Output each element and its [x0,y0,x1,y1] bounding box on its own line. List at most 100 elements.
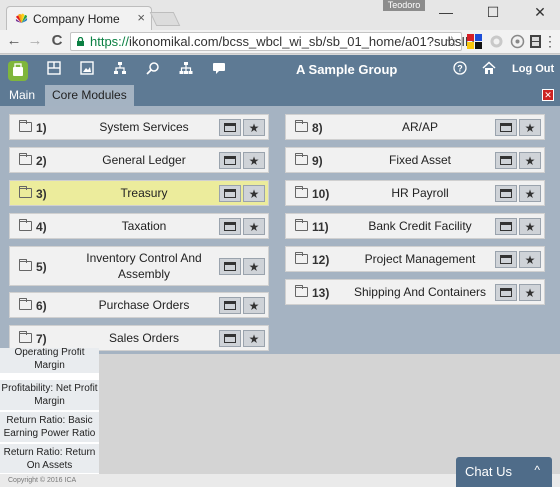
folder-icon [19,186,32,198]
open-window-icon[interactable] [219,258,241,275]
extension-icon-2[interactable] [510,34,525,49]
open-window-icon[interactable] [495,218,517,235]
favorite-star-icon[interactable]: ★ [243,152,265,169]
chat-us-button[interactable]: Chat Us ^ [456,457,552,487]
module-number: 11) [312,220,329,234]
module-number: 4) [36,220,47,234]
module-treasury[interactable]: 3) Treasury ★ [9,180,269,206]
lock-icon [77,37,84,46]
module-number: 6) [36,299,47,313]
module-name: Purchase Orders [98,298,190,312]
open-window-icon[interactable] [219,297,241,314]
maximize-button[interactable]: ☐ [483,4,503,20]
close-menu-icon[interactable]: ✕ [542,89,554,101]
help-icon[interactable]: ? [451,61,469,79]
module-name: Sales Orders [108,331,180,345]
module-project-management[interactable]: 12) Project Management ★ [285,246,545,272]
module-number: 1) [36,121,47,135]
tab-close-icon[interactable]: × [137,10,145,25]
favorite-star-icon[interactable]: ★ [519,119,541,136]
folder-icon [19,298,32,310]
tab-core-modules[interactable]: Core Modules [45,85,134,106]
favorite-star-icon[interactable]: ★ [519,251,541,268]
chrome-menu-icon[interactable]: ⋮ [541,32,559,50]
open-window-icon[interactable] [495,152,517,169]
user-profile-badge[interactable]: Teodoro [383,0,425,11]
folder-icon [19,120,32,132]
sidebar-item-basic-earning-power[interactable]: Return Ratio: Basic Earning Power Ratio [0,412,99,443]
bookmark-star-icon[interactable]: ☆ [445,33,458,50]
home-icon[interactable] [480,61,498,79]
new-tab-button[interactable] [149,12,181,26]
image-icon[interactable] [78,61,96,79]
module-number: 8) [312,121,323,135]
module-number: 10) [312,187,330,201]
dashboard-icon[interactable] [45,61,63,79]
module-name: Treasury [120,186,168,200]
module-fixed-asset[interactable]: 9) Fixed Asset ★ [285,147,545,173]
folder-icon [295,219,308,231]
module-inventory-control[interactable]: 5) Inventory Control And Assembly ★ [9,246,269,286]
core-modules-panel: 1) System Services ★ 2) General Ledger ★… [0,106,560,354]
module-number: 7) [36,332,47,346]
forward-button[interactable]: → [26,32,44,50]
sidebar-item-operating-profit-margin[interactable]: Operating Profit Margin [0,348,99,374]
hierarchy-icon[interactable] [177,61,195,79]
extension-icon[interactable] [489,34,504,49]
module-name: System Services [99,120,189,134]
favorite-star-icon[interactable]: ★ [243,119,265,136]
module-ar-ap[interactable]: 8) AR/AP ★ [285,114,545,140]
open-window-icon[interactable] [219,185,241,202]
ratio-sidebar: Operating Profit Margin Profitability: N… [0,348,99,474]
open-window-icon[interactable] [219,152,241,169]
favorite-star-icon[interactable]: ★ [519,152,541,169]
module-system-services[interactable]: 1) System Services ★ [9,114,269,140]
minimize-button[interactable]: — [436,4,456,20]
sidebar-item-net-profit-margin[interactable]: Profitability: Net Profit Margin [0,380,99,411]
folder-icon [19,259,32,271]
nbc-peacock-icon [15,13,28,23]
favorite-star-icon[interactable]: ★ [243,185,265,202]
favorite-star-icon[interactable]: ★ [243,297,265,314]
open-window-icon[interactable] [495,284,517,301]
app-logo-icon[interactable] [8,61,28,81]
module-taxation[interactable]: 4) Taxation ★ [9,213,269,239]
open-window-icon[interactable] [495,251,517,268]
reload-button[interactable]: C [48,32,66,50]
tab-main[interactable]: Main [2,85,42,106]
close-window-button[interactable]: ✕ [530,4,550,20]
module-number: 5) [36,260,47,274]
favorite-star-icon[interactable]: ★ [519,185,541,202]
search-icon[interactable] [144,61,162,79]
module-bank-credit-facility[interactable]: 11) Bank Credit Facility ★ [285,213,545,239]
open-window-icon[interactable] [219,330,241,347]
open-window-icon[interactable] [495,119,517,136]
sidebar-item-return-on-assets[interactable]: Return Ratio: Return On Assets [0,444,99,474]
favorite-star-icon[interactable]: ★ [519,218,541,235]
module-name: HR Payroll [391,186,449,200]
module-shipping-containers[interactable]: 13) Shipping And Containers ★ [285,279,545,305]
open-window-icon[interactable] [219,218,241,235]
module-purchase-orders[interactable]: 6) Purchase Orders ★ [9,292,269,318]
favorite-star-icon[interactable]: ★ [243,258,265,275]
tab-title: Company Home [33,12,120,26]
module-name: Fixed Asset [388,153,452,167]
open-window-icon[interactable] [495,185,517,202]
module-hr-payroll[interactable]: 10) HR Payroll ★ [285,180,545,206]
color-extension-icon[interactable] [467,34,482,49]
module-general-ledger[interactable]: 2) General Ledger ★ [9,147,269,173]
logout-button[interactable]: Log Out [512,63,554,75]
favorite-star-icon[interactable]: ★ [519,284,541,301]
favorite-star-icon[interactable]: ★ [243,218,265,235]
favorite-star-icon[interactable]: ★ [243,330,265,347]
folder-icon [295,186,308,198]
org-chart-icon[interactable] [111,61,129,79]
open-window-icon[interactable] [219,119,241,136]
folder-icon [295,153,308,165]
module-name: General Ledger [102,153,186,167]
browser-tab[interactable]: Company Home × [6,6,152,30]
back-button[interactable]: ← [5,32,23,50]
folder-icon [19,219,32,231]
chat-bubble-icon[interactable] [210,61,228,79]
address-bar[interactable]: https://ikonomikal.com/bcss_wbcl_wi_sb/s… [70,32,482,51]
